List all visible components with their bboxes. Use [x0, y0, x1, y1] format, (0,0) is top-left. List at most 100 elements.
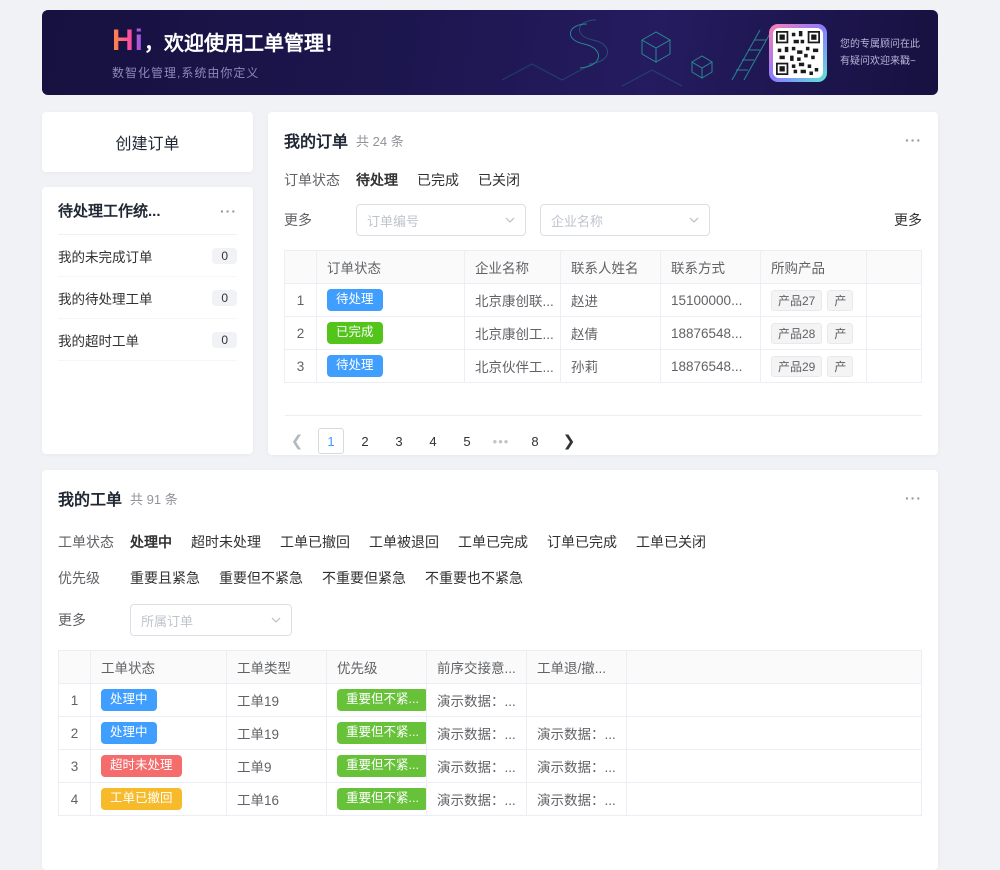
order-status-option[interactable]: 已关闭: [478, 170, 520, 190]
col-contact-name: 联系人姓名: [561, 251, 661, 284]
stat-count-badge: 0: [212, 248, 237, 264]
page-number[interactable]: 2: [352, 428, 378, 454]
products-cell: 产品28产: [761, 317, 867, 350]
ticket-status-option[interactable]: 工单已完成: [458, 532, 528, 552]
ticket-row[interactable]: 2 处理中 工单19 重要但不紧... 演示数据：... 演示数据：...: [59, 717, 922, 750]
page-number[interactable]: 1: [318, 428, 344, 454]
col-contact-phone: 联系方式: [661, 251, 761, 284]
create-order-button[interactable]: 创建订单: [109, 129, 185, 155]
stat-count-badge: 0: [212, 290, 237, 306]
col-index: [285, 251, 317, 284]
order-number-select[interactable]: 订单编号: [356, 204, 526, 236]
row-index: 1: [285, 284, 317, 317]
stats-card-title: 待处理工作统...: [58, 200, 161, 221]
chevron-down-icon: [271, 617, 281, 623]
banner-text-block: Hi ，欢迎使用工单管理！ 数智化管理,系统由你定义: [42, 24, 344, 81]
row-index: 2: [59, 717, 91, 750]
status-badge: 已完成: [327, 322, 383, 344]
company-cell: 北京康创联...: [465, 284, 561, 317]
priority-option[interactable]: 重要且紧急: [130, 568, 200, 588]
more-filters-label: 更多: [58, 610, 130, 630]
qr-caption: 您的专属顾问在此 有疑问欢迎来戳~: [840, 36, 920, 70]
chevron-down-icon: [505, 217, 515, 223]
page-number[interactable]: 4: [420, 428, 446, 454]
ticket-status-filter-label: 工单状态: [58, 532, 130, 552]
priority-option[interactable]: 不重要但紧急: [322, 568, 406, 588]
ticket-row[interactable]: 4 工单已撤回 工单16 重要但不紧... 演示数据：... 演示数据：...: [59, 783, 922, 816]
ticket-status-option[interactable]: 订单已完成: [547, 532, 617, 552]
phone-cell: 18876548...: [661, 317, 761, 350]
page-number[interactable]: 8: [522, 428, 548, 454]
col-ticket-type: 工单类型: [227, 651, 327, 684]
page-number[interactable]: 3: [386, 428, 412, 454]
stat-row-overtime-tickets[interactable]: 我的超时工单 0: [58, 319, 237, 361]
col-company: 企业名称: [465, 251, 561, 284]
phone-cell: 18876548...: [661, 350, 761, 383]
ticket-row[interactable]: 1 处理中 工单19 重要但不紧... 演示数据：...: [59, 684, 922, 717]
more-options-icon[interactable]: ···: [220, 203, 237, 219]
priority-option[interactable]: 不重要也不紧急: [425, 568, 523, 588]
orders-panel-title: 我的订单: [284, 128, 348, 152]
orders-table: 订单状态 企业名称 联系人姓名 联系方式 所购产品 1 待处理 北京康创联...…: [284, 250, 922, 416]
tickets-panel: 我的工单 共 91 条 ··· 工单状态 处理中 超时未处理 工单已撤回 工单被…: [42, 470, 938, 870]
priority-badge: 重要但不紧...: [337, 722, 427, 744]
product-tag: 产品28: [771, 323, 822, 344]
ticket-row[interactable]: 3 超时未处理 工单9 重要但不紧... 演示数据：... 演示数据：...: [59, 750, 922, 783]
products-cell: 产品27产: [761, 284, 867, 317]
company-name-select[interactable]: 企业名称: [540, 204, 710, 236]
handover-cell: 演示数据：...: [427, 717, 527, 750]
stat-label: 我的未完成订单: [58, 246, 153, 266]
handover-cell: 演示数据：...: [427, 783, 527, 816]
pagination-ellipsis-icon[interactable]: •••: [488, 428, 514, 454]
priority-badge: 重要但不紧...: [337, 689, 427, 711]
tickets-table-header-row: 工单状态 工单类型 优先级 前序交接意... 工单退/撤...: [59, 651, 922, 684]
ticket-status-option[interactable]: 处理中: [130, 532, 172, 552]
orders-panel: 我的订单 共 24 条 ··· 订单状态 待处理 已完成 已关闭 更多 订单编号…: [268, 112, 938, 455]
ticket-status-option[interactable]: 工单被退回: [369, 532, 439, 552]
contact-cell: 赵进: [561, 284, 661, 317]
status-badge: 超时未处理: [101, 755, 182, 777]
phone-cell: 15100000...: [661, 284, 761, 317]
more-options-icon[interactable]: ···: [905, 490, 922, 506]
stat-row-pending-tickets[interactable]: 我的待处理工单 0: [58, 277, 237, 319]
more-options-icon[interactable]: ···: [905, 132, 922, 148]
status-badge: 待处理: [327, 355, 383, 377]
sidebar: 创建订单 待处理工作统... ··· 我的未完成订单 0 我的待处理工单 0 我…: [42, 112, 253, 455]
order-row[interactable]: 1 待处理 北京康创联... 赵进 15100000... 产品27产: [285, 284, 922, 317]
more-filters-label: 更多: [284, 210, 356, 230]
handover-cell: 演示数据：...: [427, 684, 527, 717]
withdraw-cell: 演示数据：...: [527, 783, 627, 816]
stat-row-unfinished-orders[interactable]: 我的未完成订单 0: [58, 235, 237, 277]
order-number-select-placeholder: 订单编号: [367, 211, 419, 230]
priority-option[interactable]: 重要但不紧急: [219, 568, 303, 588]
order-status-option[interactable]: 待处理: [356, 170, 398, 190]
order-status-option[interactable]: 已完成: [417, 170, 459, 190]
order-row[interactable]: 2 已完成 北京康创工... 赵倩 18876548... 产品28产: [285, 317, 922, 350]
parent-order-select[interactable]: 所属订单: [130, 604, 292, 636]
more-link[interactable]: 更多: [894, 210, 922, 230]
order-row[interactable]: 3 待处理 北京伙伴工... 孙莉 18876548... 产品29产: [285, 350, 922, 383]
chevron-down-icon: [689, 217, 699, 223]
next-page-icon[interactable]: ❯: [556, 428, 582, 454]
qr-caption-line2: 有疑问欢迎来戳~: [840, 53, 920, 70]
qr-block: 您的专属顾问在此 有疑问欢迎来戳~: [769, 24, 920, 82]
col-withdraw: 工单退/撤...: [527, 651, 627, 684]
welcome-banner: Hi ，欢迎使用工单管理！ 数智化管理,系统由你定义: [42, 10, 938, 95]
page-number[interactable]: 5: [454, 428, 480, 454]
prev-page-icon[interactable]: ❮: [284, 428, 310, 454]
withdraw-cell: 演示数据：...: [527, 750, 627, 783]
orders-table-header-row: 订单状态 企业名称 联系人姓名 联系方式 所购产品: [285, 251, 922, 284]
product-tag: 产品27: [771, 290, 822, 311]
pending-work-card: 待处理工作统... ··· 我的未完成订单 0 我的待处理工单 0 我的超时工单…: [42, 187, 253, 454]
contact-cell: 孙莉: [561, 350, 661, 383]
stat-label: 我的超时工单: [58, 330, 139, 350]
pagination: ❮ 1 2 3 4 5 ••• 8 ❯: [284, 428, 922, 454]
ticket-type-cell: 工单19: [227, 684, 327, 717]
ticket-status-option[interactable]: 工单已关闭: [636, 532, 706, 552]
greeting-hi: Hi: [112, 24, 144, 58]
order-status-filter-label: 订单状态: [284, 170, 356, 190]
ticket-status-option[interactable]: 超时未处理: [191, 532, 261, 552]
priority-badge: 重要但不紧...: [337, 755, 427, 777]
ticket-status-option[interactable]: 工单已撤回: [280, 532, 350, 552]
qr-code: [769, 24, 827, 82]
